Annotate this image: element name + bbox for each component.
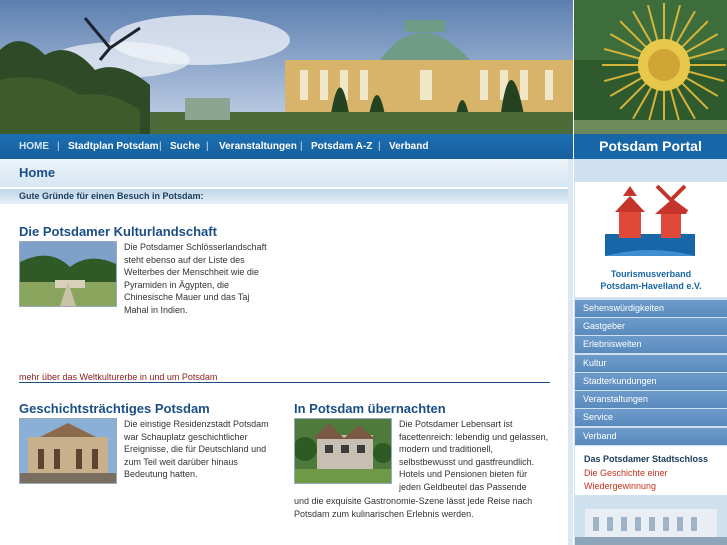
sidebar-portal-title: Potsdam Portal	[574, 134, 727, 159]
sidebar-item-gastgeber[interactable]: Gastgeber	[575, 318, 727, 335]
nav-separator: |	[206, 141, 209, 152]
page-title: Home	[19, 165, 56, 180]
more-weltkulturerbe-link[interactable]: mehr über das Weltkulturerbe in und um P…	[19, 372, 217, 382]
nav-separator: |	[300, 141, 303, 152]
sidebar-item-label: Verband	[583, 431, 617, 441]
sidebar-item-verband[interactable]: Verband	[575, 428, 727, 445]
section-text-uebernachten-1: Die Potsdamer Lebensart ist facettenreic…	[399, 419, 549, 492]
page-title-bar: Home	[0, 159, 568, 187]
sidebar-item-label: Veranstaltungen	[583, 394, 649, 404]
nav-home[interactable]: HOME	[19, 134, 49, 159]
main-navigation: HOME | Stadtplan Potsdam | Suche | Veran…	[0, 134, 573, 159]
stadtschloss-image[interactable]	[575, 495, 727, 545]
sidebar-item-sehenswuerdigkeiten[interactable]: Sehenswürdigkeiten	[575, 300, 727, 317]
sidebar-item-label: Stadterkundungen	[583, 376, 657, 386]
nav-verband[interactable]: Verband	[389, 134, 428, 159]
section-heading-kulturlandschaft[interactable]: Die Potsdamer Kulturlandschaft	[19, 224, 217, 239]
nav-stadtplan[interactable]: Stadtplan Potsdam	[68, 134, 159, 159]
nav-veranstaltungen[interactable]: Veranstaltungen	[219, 134, 297, 159]
nav-separator: |	[57, 141, 60, 152]
logo-caption: Tourismusverband Potsdam-Havelland e.V.	[575, 268, 727, 292]
section-text-kulturlandschaft: Die Potsdamer Schlösserlandschaft steht …	[124, 242, 267, 315]
stadtschloss-title[interactable]: Das Potsdamer Stadtschloss	[584, 454, 708, 464]
nav-separator: |	[378, 141, 381, 152]
sidebar-item-service[interactable]: Service	[575, 409, 727, 426]
section-text-geschichte: Die einstige Residenzstadt Potsdam war S…	[124, 419, 269, 479]
section-heading-geschichte[interactable]: Geschichtsträchtiges Potsdam	[19, 401, 210, 416]
sidebar-item-label: Sehenswürdigkeiten	[583, 303, 665, 313]
section-heading-uebernachten[interactable]: In Potsdam übernachten	[294, 401, 446, 416]
logo-line-1: Tourismusverband	[610, 269, 692, 279]
sidebar-item-label: Service	[583, 412, 614, 422]
section-divider	[19, 382, 550, 383]
sidebar-item-label: Gastgeber	[583, 321, 626, 331]
intro-text: Gute Gründe für einen Besuch in Potsdam:	[19, 191, 204, 201]
golden-sun-image	[574, 0, 727, 134]
column-divider	[568, 159, 573, 545]
sidebar-item-kultur[interactable]: Kultur	[575, 355, 727, 372]
nav-suche[interactable]: Suche	[170, 134, 200, 159]
hotel-photo[interactable]	[294, 418, 392, 484]
sidebar-item-label: Erlebniswelten	[583, 339, 642, 349]
historic-building-photo[interactable]	[19, 418, 117, 484]
section-text-uebernachten-2: und die exquisite Gastronomie-Szene läss…	[294, 496, 533, 519]
logo-line-2: Potsdam-Havelland e.V.	[600, 281, 702, 291]
nav-separator: |	[159, 141, 162, 152]
nav-potsdam-a-z[interactable]: Potsdam A-Z	[311, 134, 372, 159]
sidebar-item-erlebniswelten[interactable]: Erlebniswelten	[575, 336, 727, 353]
park-photo[interactable]	[19, 241, 117, 307]
sidebar-item-veranstaltungen[interactable]: Veranstaltungen	[575, 391, 727, 408]
sidebar-item-stadterkundungen[interactable]: Stadterkundungen	[575, 373, 727, 390]
header-banner-image	[0, 0, 573, 134]
sidebar-item-label: Kultur	[583, 358, 607, 368]
intro-bar: Gute Gründe für einen Besuch in Potsdam:	[0, 189, 568, 204]
stadtschloss-subtitle[interactable]: Die Geschichte einer Wiedergewinnung	[584, 467, 714, 492]
